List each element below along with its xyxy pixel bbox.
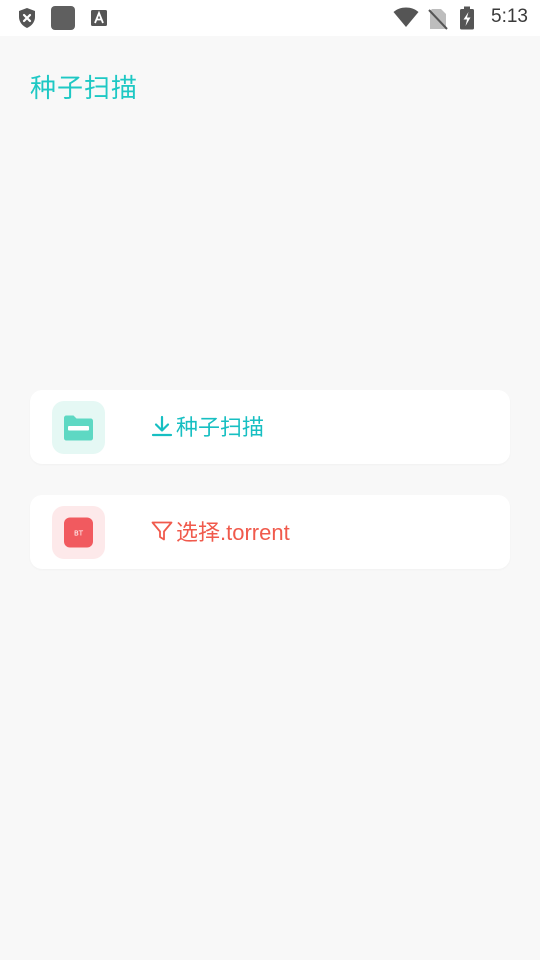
bt-icon-text: BT	[74, 530, 84, 538]
folder-icon-container	[52, 401, 105, 454]
bt-icon-container: BT	[52, 506, 105, 559]
scan-torrent-card[interactable]: 种子扫描	[30, 390, 510, 464]
bt-file-icon: BT	[64, 517, 93, 548]
screen: 5:13 种子扫描 种子扫描 BT 选择.torrent	[0, 0, 540, 960]
status-time: 5:13	[491, 6, 528, 27]
download-icon	[151, 415, 173, 437]
app-square-icon	[51, 6, 75, 30]
wifi-icon	[393, 7, 419, 27]
no-sim-icon	[428, 9, 448, 30]
scan-torrent-label-row: 种子扫描	[150, 410, 264, 442]
battery-charging-icon	[460, 6, 474, 30]
status-bar: 5:13	[0, 0, 540, 36]
shield-close-icon	[19, 8, 35, 28]
a-font-icon	[91, 10, 107, 26]
scan-torrent-label: 种子扫描	[176, 416, 265, 441]
page-title: 种子扫描	[30, 74, 139, 104]
select-torrent-card[interactable]: BT 选择.torrent	[30, 495, 510, 569]
select-torrent-label-row: 选择.torrent	[150, 515, 290, 547]
filter-icon	[151, 521, 173, 541]
folder-icon	[64, 415, 93, 441]
select-torrent-label: 选择.torrent	[176, 520, 290, 545]
